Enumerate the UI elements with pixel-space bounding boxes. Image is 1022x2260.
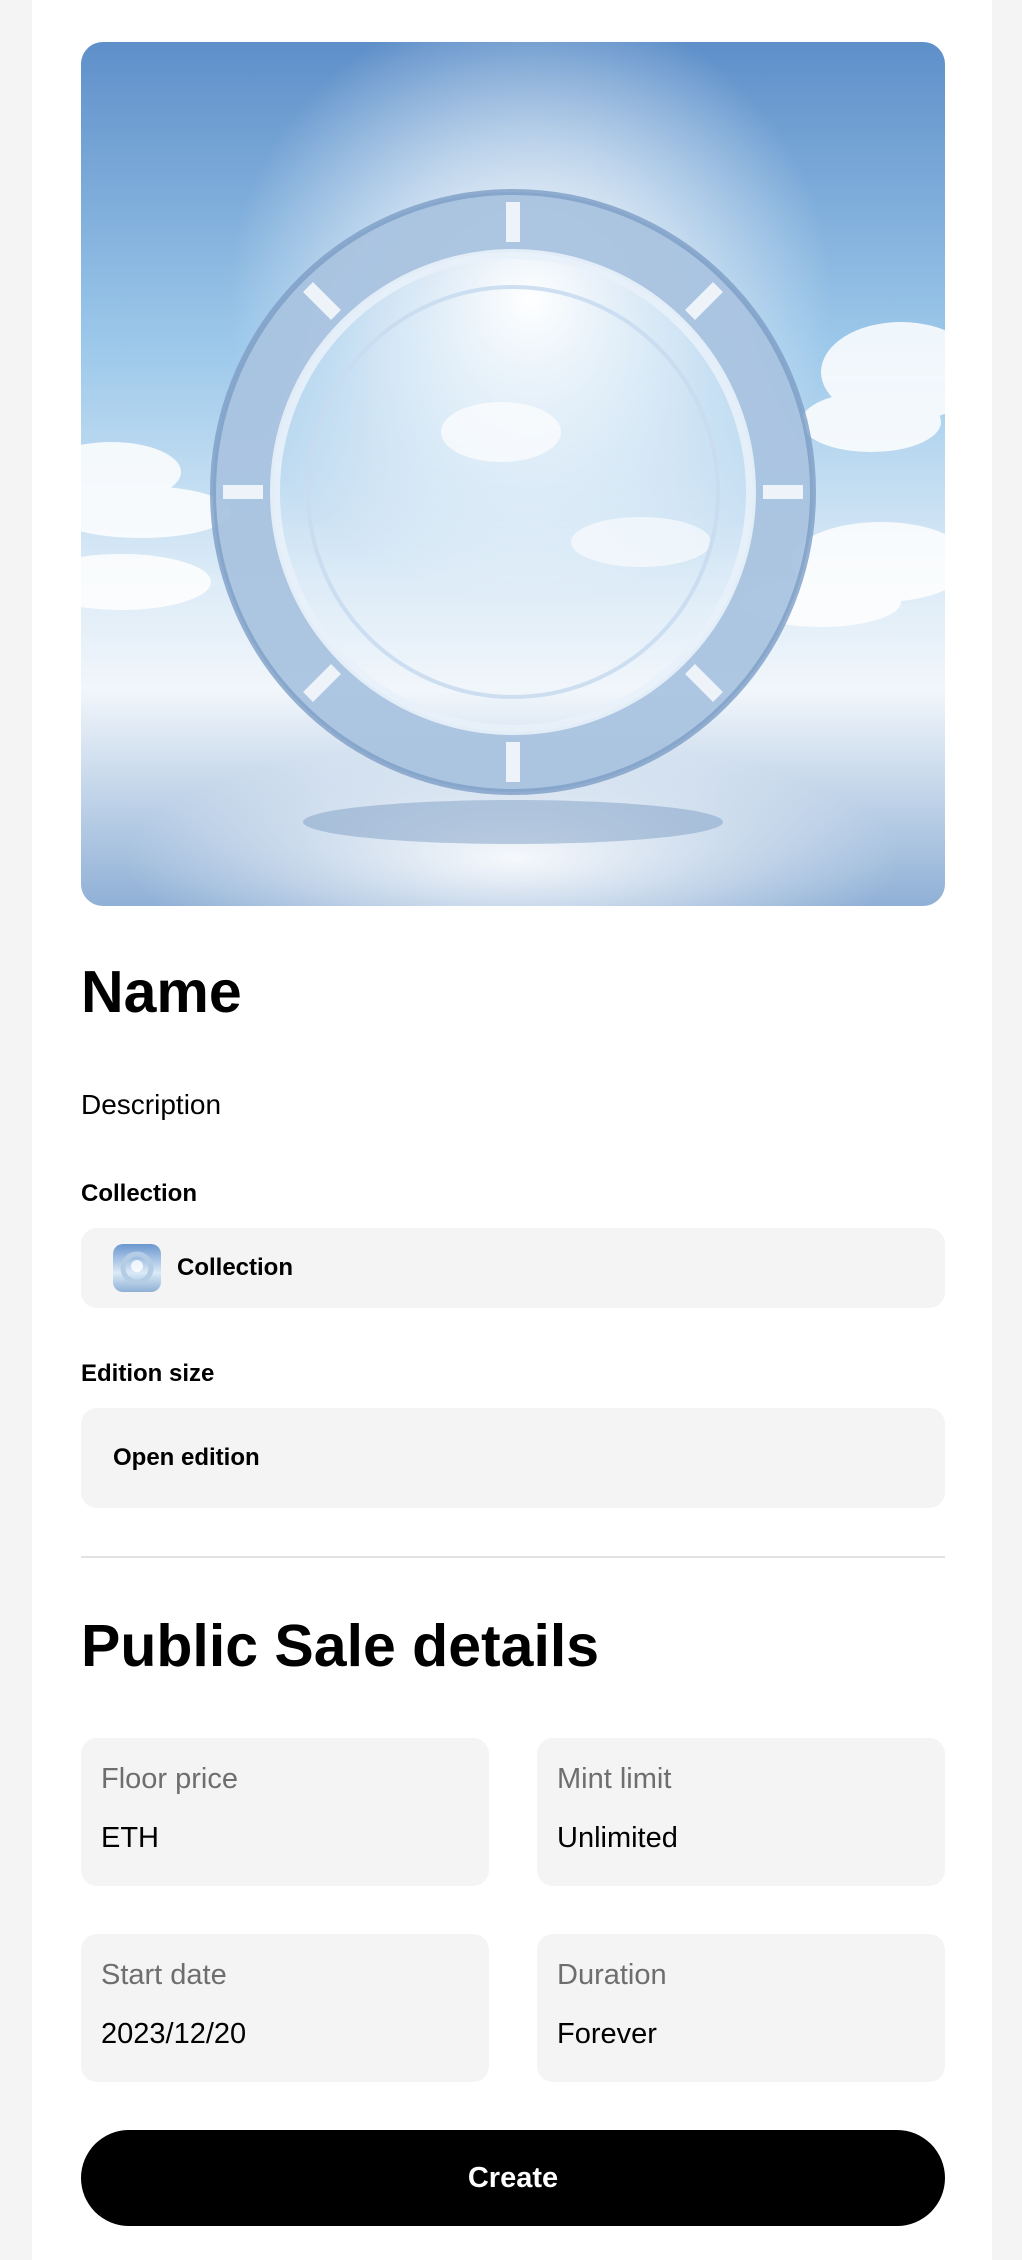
floor-price-label: Floor price — [101, 1763, 238, 1795]
start-date-label: Start date — [101, 1959, 227, 1991]
nft-name[interactable]: Name — [81, 960, 242, 1025]
mint-limit-field[interactable]: Mint limit Unlimited — [537, 1738, 945, 1886]
floor-price-value: ETH — [101, 1821, 159, 1854]
collection-name: Collection — [177, 1254, 294, 1281]
floor-price-field[interactable]: Floor price ETH — [81, 1738, 489, 1886]
duration-field[interactable]: Duration Forever — [537, 1934, 945, 2082]
nft-image — [81, 42, 945, 906]
collection-thumbnail-icon — [113, 1244, 161, 1292]
section-divider — [81, 1556, 945, 1558]
nft-description[interactable]: Description — [81, 1088, 221, 1122]
create-button[interactable]: Create — [81, 2130, 945, 2226]
edition-size-label: Edition size — [81, 1360, 215, 1387]
start-date-value: 2023/12/20 — [101, 2017, 247, 2050]
duration-label: Duration — [557, 1959, 667, 1991]
edition-size-selector[interactable]: Open edition — [81, 1408, 945, 1508]
mint-limit-label: Mint limit — [557, 1763, 672, 1795]
create-nft-card: Name Description Collection Collection E… — [32, 0, 992, 2260]
duration-value: Forever — [557, 2017, 657, 2050]
start-date-field[interactable]: Start date 2023/12/20 — [81, 1934, 489, 2082]
collection-label: Collection — [81, 1180, 198, 1207]
collection-selector[interactable]: Collection — [81, 1228, 945, 1308]
edition-size-value: Open edition — [113, 1444, 260, 1471]
mint-limit-value: Unlimited — [557, 1821, 678, 1854]
public-sale-title: Public Sale details — [81, 1613, 600, 1679]
portal-ring-artwork-icon — [81, 42, 945, 906]
